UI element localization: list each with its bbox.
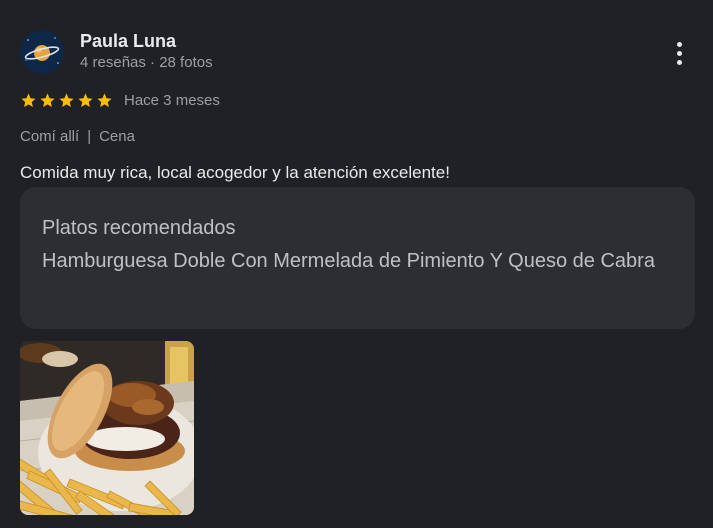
visit-tags: Comí allí | Cena [20,128,135,146]
star-icon [59,92,74,107]
recommended-dishes-list: Hamburguesa Doble Con Mermelada de Pimie… [42,250,655,272]
more-vert-icon-dot [676,50,682,56]
review-time: Hace 3 meses [124,91,220,109]
star-icon [78,92,93,107]
more-vert-icon-dot [676,59,682,65]
tag-visit: Comí allí [20,128,80,145]
author-avatar[interactable] [20,30,64,74]
tag-meal: Cena [99,128,135,145]
recommended-dishes-card: Platos recomendados Hamburguesa Doble Co… [20,187,695,329]
star-icon [97,92,112,107]
recommended-dishes-title: Platos recomendados [42,217,236,239]
author-name[interactable]: Paula Luna [80,30,176,52]
star-icon [40,92,55,107]
more-vert-icon [676,41,682,47]
planet-avatar-icon [20,30,64,74]
star-icon [21,92,36,107]
rating-row: Hace 3 meses [20,89,220,111]
review-card: Paula Luna 4 reseñas · 28 fotos Hace 3 m… [0,0,713,528]
burger-photo-image [20,341,194,515]
tag-separator: | [87,128,92,145]
review-text: Comida muy rica, local acogedor y la ate… [20,163,450,182]
review-photo[interactable] [20,341,194,515]
more-options-button[interactable] [666,38,692,68]
star-rating [20,92,113,109]
author-stats: 4 reseñas · 28 fotos [80,54,213,71]
